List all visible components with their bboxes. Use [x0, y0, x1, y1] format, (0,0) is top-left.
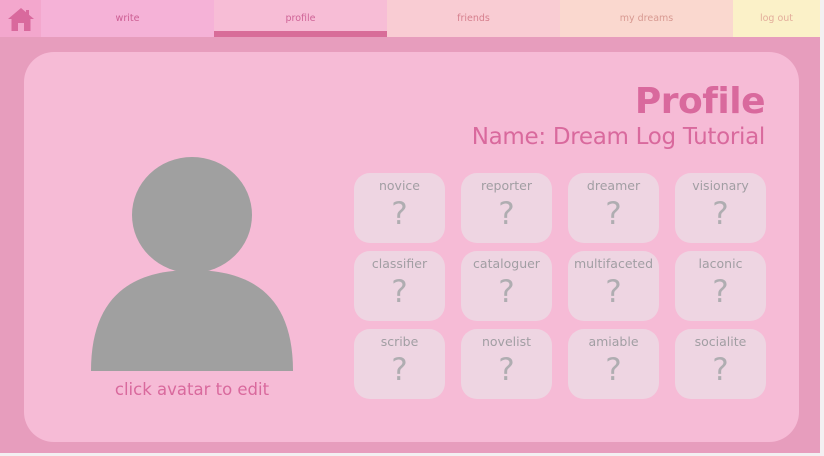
home-icon: [7, 7, 34, 31]
badge-dreamer[interactable]: dreamer ?: [568, 173, 659, 243]
question-mark-icon: ?: [712, 352, 729, 388]
question-mark-icon: ?: [712, 274, 729, 310]
avatar[interactable]: [91, 157, 293, 371]
question-mark-icon: ?: [605, 274, 622, 310]
question-mark-icon: ?: [605, 352, 622, 388]
tab-profile[interactable]: profile: [214, 0, 387, 37]
badge-cataloguer[interactable]: cataloguer ?: [461, 251, 552, 321]
badge-multifaceted[interactable]: multifaceted ?: [568, 251, 659, 321]
question-mark-icon: ?: [498, 274, 515, 310]
tab-write-label: write: [115, 13, 140, 24]
badge-label: socialite: [694, 334, 747, 349]
badge-label: multifaceted: [573, 256, 654, 271]
badge-label: laconic: [698, 256, 743, 271]
question-mark-icon: ?: [498, 196, 515, 232]
badge-label: dreamer: [586, 178, 641, 193]
question-mark-icon: ?: [391, 274, 408, 310]
badge-laconic[interactable]: laconic ?: [675, 251, 766, 321]
active-tab-indicator: [214, 31, 387, 37]
badge-socialite[interactable]: socialite ?: [675, 329, 766, 399]
badge-label: cataloguer: [473, 256, 540, 271]
badge-visionary[interactable]: visionary ?: [675, 173, 766, 243]
question-mark-icon: ?: [498, 352, 515, 388]
badge-grid: novice ? reporter ? dreamer ? visionary …: [354, 173, 766, 399]
badge-label: amiable: [588, 334, 639, 349]
badge-reporter[interactable]: reporter ?: [461, 173, 552, 243]
badge-label: scribe: [380, 334, 419, 349]
badge-label: novelist: [481, 334, 532, 349]
badge-novelist[interactable]: novelist ?: [461, 329, 552, 399]
page-title: Profile: [634, 81, 766, 122]
top-navigation: write profile friends my dreams log out: [0, 0, 820, 37]
tab-friends-label: friends: [457, 13, 490, 24]
window-edge-right: [820, 0, 824, 456]
badge-label: visionary: [692, 178, 749, 193]
badge-label: reporter: [480, 178, 532, 193]
tab-friends[interactable]: friends: [387, 0, 560, 37]
badge-scribe[interactable]: scribe ?: [354, 329, 445, 399]
badge-label: novice: [378, 178, 420, 193]
tab-my-dreams-label: my dreams: [619, 13, 674, 24]
avatar-edit-hint[interactable]: click avatar to edit: [91, 380, 293, 399]
tab-log-out-label: log out: [759, 13, 794, 24]
badge-novice[interactable]: novice ?: [354, 173, 445, 243]
tab-profile-label: profile: [285, 13, 316, 24]
profile-name: Name: Dream Log Tutorial: [471, 124, 766, 150]
question-mark-icon: ?: [391, 196, 408, 232]
question-mark-icon: ?: [391, 352, 408, 388]
badge-label: classifier: [371, 256, 428, 271]
home-button[interactable]: [0, 0, 41, 37]
badge-classifier[interactable]: classifier ?: [354, 251, 445, 321]
question-mark-icon: ?: [605, 196, 622, 232]
tab-my-dreams[interactable]: my dreams: [560, 0, 733, 37]
badge-amiable[interactable]: amiable ?: [568, 329, 659, 399]
profile-card: Profile Name: Dream Log Tutorial click a…: [24, 52, 799, 442]
question-mark-icon: ?: [712, 196, 729, 232]
tab-log-out[interactable]: log out: [733, 0, 820, 37]
tab-write[interactable]: write: [41, 0, 214, 37]
